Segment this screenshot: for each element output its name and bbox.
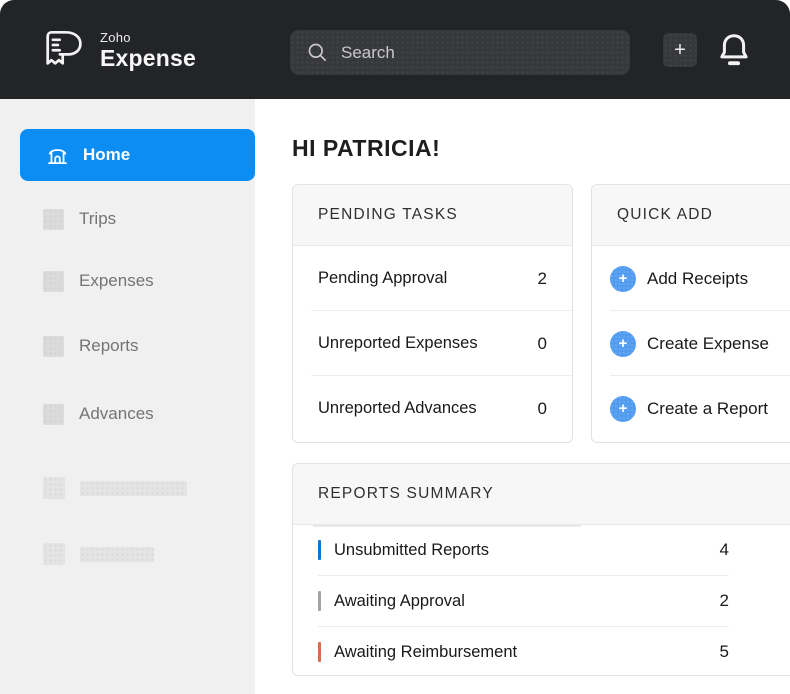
task-label: Pending Approval: [318, 269, 538, 288]
pending-tasks-header: PENDING TASKS: [293, 185, 572, 246]
quick-add-title: QUICK ADD: [617, 206, 713, 224]
pending-tasks-title: PENDING TASKS: [318, 206, 458, 224]
summary-label: Awaiting Approval: [334, 592, 720, 611]
plus-circle-icon: +: [610, 396, 636, 422]
sidebar-item-advances[interactable]: Advances: [0, 403, 255, 425]
unreported-expenses-row[interactable]: Unreported Expenses 0: [293, 311, 572, 376]
task-count: 0: [538, 399, 547, 419]
quick-add-label: Create Expense: [647, 334, 769, 354]
sidebar-item-label: Home: [83, 145, 130, 165]
placeholder-icon: [43, 336, 64, 357]
quick-add-header: QUICK ADD: [592, 185, 790, 246]
sidebar-item-label: Trips: [79, 209, 116, 229]
global-add-button[interactable]: +: [663, 33, 697, 67]
greeting-heading: HI PATRICIA!: [292, 135, 440, 162]
create-report-button[interactable]: + Create a Report: [592, 376, 790, 441]
brand-name-top: Zoho: [100, 31, 196, 44]
awaiting-approval-row[interactable]: Awaiting Approval 2: [318, 576, 729, 626]
sidebar-item-reports[interactable]: Reports: [0, 335, 255, 357]
pending-approval-row[interactable]: Pending Approval 2: [293, 246, 572, 311]
plus-icon: +: [674, 39, 686, 61]
status-tick: [318, 591, 321, 611]
brand-text: Zoho Expense: [100, 31, 196, 70]
pending-tasks-card: PENDING TASKS Pending Approval 2 Unrepor…: [292, 184, 573, 443]
notifications-button[interactable]: [716, 30, 752, 70]
task-count: 0: [538, 334, 547, 354]
sidebar-item-label: Reports: [79, 336, 139, 356]
summary-count: 2: [720, 591, 729, 611]
brand-logo[interactable]: Zoho Expense: [38, 26, 196, 74]
summary-label: Awaiting Reimbursement: [334, 643, 720, 662]
app-window: Zoho Expense +: [0, 0, 790, 694]
reports-summary-title: REPORTS SUMMARY: [318, 485, 494, 503]
unreported-advances-row[interactable]: Unreported Advances 0: [293, 376, 572, 441]
reports-summary-header: REPORTS SUMMARY: [293, 464, 790, 525]
task-count: 2: [538, 269, 547, 289]
plus-circle-icon: +: [610, 266, 636, 292]
sidebar-skeleton-item: [0, 477, 255, 499]
task-label: Unreported Expenses: [318, 334, 538, 353]
skeleton-icon: [43, 543, 65, 565]
create-expense-button[interactable]: + Create Expense: [592, 311, 790, 376]
search-icon: [307, 42, 328, 63]
home-icon: [45, 143, 70, 168]
skeleton-bar: [80, 547, 154, 562]
placeholder-icon: [43, 404, 64, 425]
sidebar-item-label: Expenses: [79, 271, 154, 291]
sidebar-item-home[interactable]: Home: [20, 129, 255, 181]
placeholder-icon: [43, 209, 64, 230]
task-label: Unreported Advances: [318, 399, 538, 418]
sidebar: Home Trips Expenses Reports Advances: [0, 99, 255, 694]
reports-summary-list: Unsubmitted Reports 4 Awaiting Approval …: [318, 525, 729, 676]
sidebar-item-expenses[interactable]: Expenses: [0, 270, 255, 292]
search-input[interactable]: [341, 43, 616, 63]
bell-icon: [716, 30, 752, 70]
brand-name-bottom: Expense: [100, 47, 196, 70]
awaiting-reimbursement-row[interactable]: Awaiting Reimbursement 5: [318, 627, 729, 676]
summary-count: 4: [720, 540, 729, 560]
sidebar-item-label: Advances: [79, 404, 154, 424]
plus-circle-icon: +: [610, 331, 636, 357]
summary-count: 5: [720, 642, 729, 662]
sidebar-item-trips[interactable]: Trips: [0, 208, 255, 230]
unsubmitted-reports-row[interactable]: Unsubmitted Reports 4: [318, 525, 729, 575]
scroll-shadow: [313, 525, 581, 527]
quick-add-label: Create a Report: [647, 399, 768, 419]
quick-add-card: QUICK ADD + Add Receipts + Create Expens…: [591, 184, 790, 443]
skeleton-bar: [80, 481, 187, 496]
quick-add-label: Add Receipts: [647, 269, 748, 289]
reports-summary-card: REPORTS SUMMARY Unsubmitted Reports 4 Aw…: [292, 463, 790, 676]
receipt-icon: [38, 26, 88, 74]
sidebar-skeleton-item: [0, 543, 255, 565]
placeholder-icon: [43, 271, 64, 292]
status-tick: [318, 540, 321, 560]
main-content: HI PATRICIA! PENDING TASKS Pending Appro…: [255, 99, 790, 694]
status-tick: [318, 642, 321, 662]
skeleton-icon: [43, 477, 65, 499]
search-box[interactable]: [290, 30, 630, 75]
summary-label: Unsubmitted Reports: [334, 541, 720, 560]
topbar: Zoho Expense +: [0, 0, 790, 99]
add-receipts-button[interactable]: + Add Receipts: [592, 246, 790, 311]
